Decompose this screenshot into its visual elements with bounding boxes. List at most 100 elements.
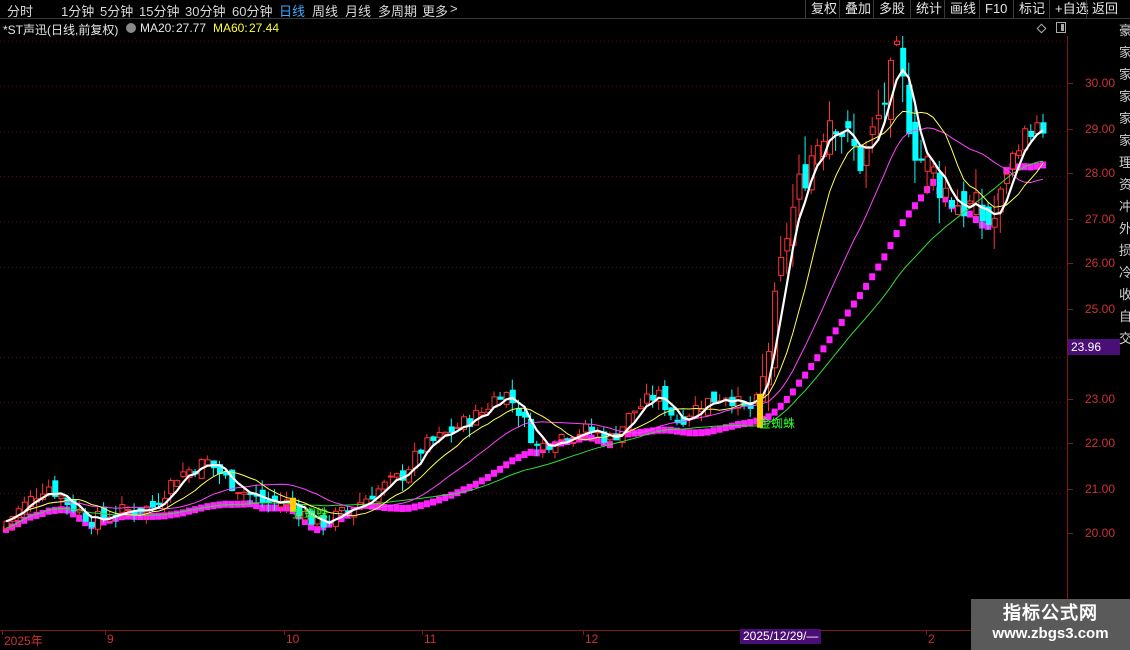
price-tick: 22.00 xyxy=(1067,436,1115,450)
candle-down xyxy=(534,443,541,446)
candles-layer xyxy=(3,36,1047,536)
candle-up xyxy=(930,166,937,174)
moving-average-lines xyxy=(5,68,1044,529)
candlestick-chart[interactable]: 金蜘蛛金蜘蛛 xyxy=(0,36,1067,630)
band-segment xyxy=(167,511,174,519)
band-segment xyxy=(832,327,839,335)
panel-toggle-icon[interactable] xyxy=(1056,22,1066,33)
candle-up xyxy=(180,471,187,477)
side-strip-char: 家 xyxy=(1119,111,1130,126)
band-segment xyxy=(33,511,40,519)
candle-up xyxy=(381,481,388,490)
band-segment xyxy=(869,273,876,281)
band-segment xyxy=(789,388,796,396)
band-segment xyxy=(51,506,58,514)
candle-down xyxy=(369,495,376,500)
multi-stock-button[interactable]: 多股 xyxy=(873,0,910,19)
band-segment xyxy=(716,425,723,433)
overlay-button[interactable]: 叠加 xyxy=(839,0,876,19)
candle-up xyxy=(125,509,132,512)
candle-up xyxy=(278,502,284,508)
candle-down xyxy=(845,121,852,129)
band-segment xyxy=(881,253,888,261)
back-button[interactable]: 返回 xyxy=(1086,0,1123,19)
ma20-value: 27.77 xyxy=(176,21,207,35)
adjust-rights-button[interactable]: 复权 xyxy=(805,0,842,19)
candle-down xyxy=(156,502,162,505)
ma60-label: MA60: xyxy=(213,21,248,35)
band-segment xyxy=(850,300,857,308)
side-strip-char: 收 xyxy=(1119,287,1130,302)
candle-up xyxy=(442,431,449,435)
band-segment xyxy=(698,429,705,437)
candle-down xyxy=(881,102,888,105)
period-tab-daily[interactable]: 日线 xyxy=(279,1,305,20)
diamond-icon[interactable] xyxy=(1036,23,1047,34)
candle-down xyxy=(650,394,657,401)
current-price-label: 23.96 xyxy=(1068,339,1120,355)
price-tick: 20.00 xyxy=(1067,526,1115,540)
band-segment xyxy=(179,509,186,517)
side-strip-char: 损 xyxy=(1119,243,1130,258)
statistics-button[interactable]: 统计 xyxy=(910,0,947,19)
period-tab-60min[interactable]: 60分钟 xyxy=(232,1,272,20)
ma-green-line xyxy=(5,160,1044,529)
band-segment xyxy=(1040,161,1046,169)
period-tab-30min[interactable]: 30分钟 xyxy=(185,1,225,20)
candle-up xyxy=(174,480,181,487)
band-segment xyxy=(857,292,863,300)
candle-up xyxy=(796,173,803,200)
date-tick: 10 xyxy=(283,630,300,646)
band-segment xyxy=(710,427,717,435)
watermark-logo: 指标公式网 www.zbgs3.com xyxy=(971,599,1130,650)
band-segment xyxy=(863,282,870,290)
candle-down xyxy=(418,449,425,454)
ma20-label: MA20: xyxy=(140,21,175,35)
period-tab-monthly[interactable]: 月线 xyxy=(345,1,371,20)
candle-up xyxy=(869,126,876,135)
period-tab-weekly[interactable]: 周线 xyxy=(312,1,338,20)
band-segment xyxy=(887,242,894,250)
candle-down xyxy=(497,396,504,400)
period-tab-fenshi[interactable]: 分时 xyxy=(7,1,33,20)
mark-button[interactable]: 标记 xyxy=(1013,0,1050,19)
candle-up xyxy=(894,40,901,46)
candle-down xyxy=(857,145,864,171)
side-strip-char: 冲 xyxy=(1119,199,1130,214)
settings-dot-icon[interactable] xyxy=(126,23,136,33)
band-segment xyxy=(783,396,790,404)
band-segment xyxy=(680,428,687,436)
f10-button[interactable]: F10 xyxy=(979,0,1012,19)
period-tab-more[interactable]: 更多 xyxy=(422,1,448,20)
period-tab-multi[interactable]: 多周期 xyxy=(378,1,417,20)
candle-down xyxy=(912,121,919,161)
band-segment xyxy=(478,477,485,485)
band-segment xyxy=(667,426,674,434)
band-segment xyxy=(430,498,436,506)
band-segment xyxy=(155,512,162,520)
band-segment xyxy=(771,408,778,416)
price-tick: 27.00 xyxy=(1067,212,1115,226)
band-segment xyxy=(796,379,802,387)
candle-down xyxy=(918,158,925,161)
candle-up xyxy=(784,238,791,252)
candle-up xyxy=(583,423,589,433)
draw-line-button[interactable]: 画线 xyxy=(944,0,981,19)
period-tab-5min[interactable]: 5分钟 xyxy=(100,1,133,20)
price-tick: 28.00 xyxy=(1067,166,1115,180)
chevron-right-icon[interactable]: > xyxy=(450,1,458,16)
candle-up xyxy=(235,492,242,495)
stock-chart-app: 分时 1分钟 5分钟 15分钟 30分钟 60分钟 日线 周线 月线 多周期 更… xyxy=(0,0,1130,650)
candle-up xyxy=(955,205,962,216)
band-segment xyxy=(399,504,406,512)
band-segment xyxy=(704,428,711,436)
band-segment xyxy=(503,461,510,469)
period-tab-15min[interactable]: 15分钟 xyxy=(139,1,179,20)
band-segment xyxy=(777,402,784,410)
candle-up xyxy=(778,257,785,276)
band-segment xyxy=(411,503,418,511)
band-segment xyxy=(899,219,906,227)
date-tick: 11 xyxy=(421,630,437,646)
price-tick: 25.00 xyxy=(1067,302,1115,316)
period-tab-1min[interactable]: 1分钟 xyxy=(61,1,94,20)
